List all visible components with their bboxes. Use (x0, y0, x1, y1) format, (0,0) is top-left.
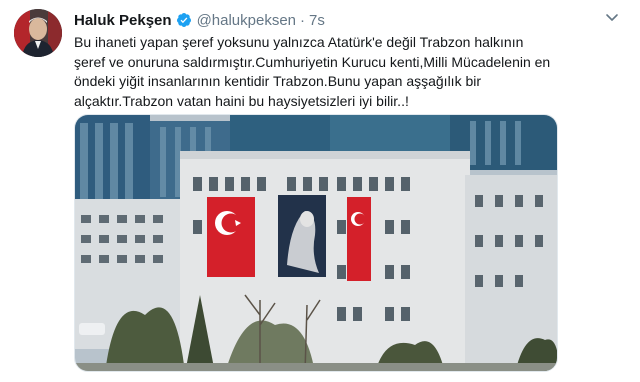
user-handle[interactable]: @halukpeksen (197, 12, 296, 29)
tweet-header: Haluk Pekşen @halukpeksen · 7s (74, 11, 325, 29)
tweet-text: Bu ihaneti yapan şeref yoksunu yalnızca … (74, 33, 574, 111)
verified-badge-icon (176, 13, 191, 27)
tweet-photo[interactable] (74, 114, 558, 372)
tweet-text-line: şeref ve onuruna saldırmıştır.Cumhuriyet… (74, 53, 551, 70)
tweet-text-line: Bu ihaneti yapan şeref yoksunu yalnızca … (74, 34, 524, 50)
tweet[interactable]: Haluk Pekşen @halukpeksen · 7s Bu ihanet… (0, 0, 640, 382)
avatar[interactable] (14, 9, 62, 57)
user-name[interactable]: Haluk Pekşen (74, 12, 172, 29)
separator-dot: · (300, 11, 306, 29)
chevron-down-icon[interactable] (604, 9, 620, 25)
tweet-text-line: alçaktır.Trabzon vatan haini bu haysiyet… (74, 92, 409, 109)
timestamp[interactable]: 7s (309, 12, 325, 29)
tweet-text-line: öndeki yiğit insanlarının kentidir Trabz… (74, 73, 482, 89)
